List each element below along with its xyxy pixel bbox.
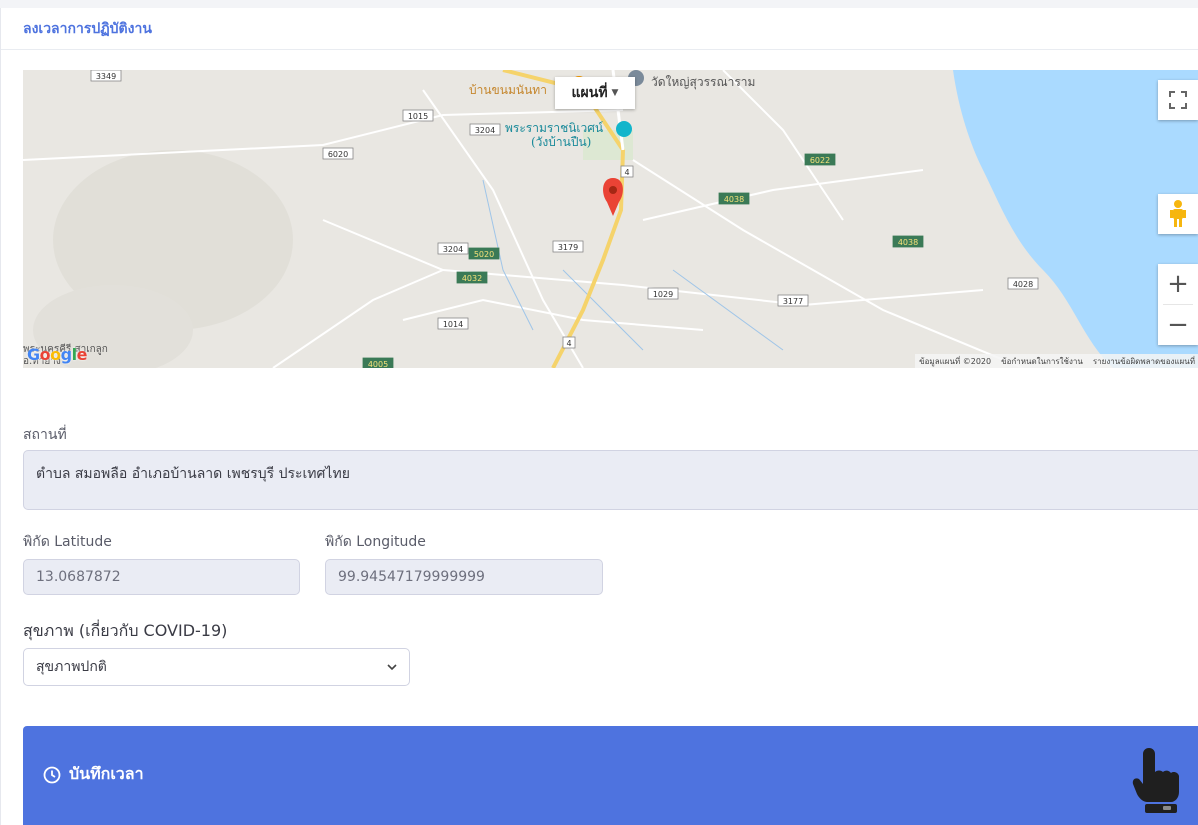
map-data-credit: ข้อมูลแผนที่ ©2020 bbox=[919, 356, 992, 366]
terms-link[interactable]: ข้อกำหนดในการใช้งาน bbox=[1001, 355, 1083, 368]
road-shield-label: 6022 bbox=[810, 156, 830, 165]
report-error-link[interactable]: รายงานข้อผิดพลาดของแผนที่ bbox=[1093, 355, 1195, 368]
road-shield-label: 4038 bbox=[724, 195, 744, 204]
map-type-button[interactable]: แผนที่ ▼ bbox=[555, 77, 635, 109]
pointing-hand-icon[interactable] bbox=[1131, 746, 1183, 814]
clock-in-title: บันทึกเวลา bbox=[43, 762, 144, 787]
road-shield-label: 4 bbox=[624, 168, 629, 177]
card-header: ลงเวลาการปฏิบัติงาน bbox=[1, 8, 1198, 50]
minus-icon: − bbox=[1167, 310, 1189, 340]
map-type-label: แผนที่ bbox=[571, 85, 608, 101]
map-attribution: ข้อมูลแผนที่ ©2020 ข้อกำหนดในการใช้งาน ร… bbox=[915, 354, 1198, 368]
road-shield-label: 6020 bbox=[328, 150, 348, 159]
street-view-button[interactable] bbox=[1158, 194, 1198, 234]
latitude-input[interactable]: 13.0687872 bbox=[23, 559, 300, 595]
google-logo-letter: g bbox=[60, 345, 72, 364]
clock-in-label: บันทึกเวลา bbox=[69, 764, 144, 783]
road-shield-label: 3177 bbox=[783, 297, 803, 306]
google-logo-letter: e bbox=[76, 345, 88, 364]
place-label: วัดใหญ่สุวรรณาราม bbox=[651, 75, 755, 90]
clock-in-panel[interactable]: บันทึกเวลา bbox=[23, 726, 1198, 825]
road-shield-label: 4 bbox=[566, 339, 571, 348]
latitude-label: พิกัด Latitude bbox=[23, 534, 112, 550]
highway-4 bbox=[502, 70, 626, 368]
road-shield-label: 1014 bbox=[443, 320, 463, 329]
page-title: ลงเวลาการปฏิบัติงาน bbox=[23, 20, 152, 37]
fullscreen-button[interactable] bbox=[1158, 80, 1198, 120]
google-logo-letter: o bbox=[50, 345, 61, 364]
road-shield-label: 4032 bbox=[462, 274, 482, 283]
road-shield-label: 4028 bbox=[1013, 280, 1033, 289]
health-select[interactable]: สุขภาพปกติ bbox=[23, 648, 410, 686]
road-shield-label: 5020 bbox=[474, 250, 494, 259]
zoom-out-button[interactable]: − bbox=[1158, 305, 1198, 345]
google-logo-letter: G bbox=[27, 345, 40, 364]
google-logo-letter: o bbox=[39, 345, 51, 364]
pegman-icon bbox=[1170, 200, 1186, 227]
google-logo: Google bbox=[27, 345, 87, 364]
health-selected-value: สุขภาพปกติ bbox=[36, 659, 107, 675]
location-textarea[interactable]: ตำบล สมอพลือ อำเภอบ้านลาด เพชรบุรี ประเท… bbox=[23, 450, 1198, 510]
place-label: (วังบ้านปืน) bbox=[531, 135, 591, 149]
longitude-label: พิกัด Longitude bbox=[325, 534, 426, 550]
place-label: พระรามราชนิเวศน์ bbox=[505, 121, 603, 135]
longitude-input[interactable]: 99.94547179999999 bbox=[325, 559, 603, 595]
fullscreen-icon bbox=[1169, 91, 1187, 109]
map-view[interactable]: บ้านขนมนันทา วัดใหญ่สุวรรณาราม พระรามราช… bbox=[23, 70, 1198, 368]
place-label: บ้านขนมนันทา bbox=[469, 83, 547, 97]
road-shield-label: 3204 bbox=[475, 126, 495, 135]
caret-down-icon: ▼ bbox=[611, 88, 619, 98]
zoom-in-button[interactable]: + bbox=[1158, 264, 1198, 304]
zoom-control: + − bbox=[1158, 264, 1198, 345]
road-shield-label: 3349 bbox=[96, 72, 116, 81]
health-label: สุขภาพ (เกี่ยวกับ COVID-19) bbox=[23, 621, 228, 640]
road-shield-label: 1029 bbox=[653, 290, 673, 299]
plus-icon: + bbox=[1167, 269, 1189, 299]
location-label: สถานที่ bbox=[23, 427, 67, 443]
clock-icon bbox=[43, 766, 61, 783]
chevron-down-icon bbox=[387, 664, 397, 671]
attendance-card: ลงเวลาการปฏิบัติงาน บ้านขนมนันทา วัดใหญ่… bbox=[0, 8, 1198, 825]
map-canvas[interactable]: บ้านขนมนันทา วัดใหญ่สุวรรณาราม พระรามราช… bbox=[23, 70, 1198, 368]
road-shield-label: 3204 bbox=[443, 245, 463, 254]
road-shield-label: 4038 bbox=[898, 238, 918, 247]
road-shield-label: 1015 bbox=[408, 112, 428, 121]
road-shield-label: 3179 bbox=[558, 243, 578, 252]
poi-museum-icon bbox=[616, 121, 632, 137]
road-shield-label: 4005 bbox=[368, 360, 388, 368]
